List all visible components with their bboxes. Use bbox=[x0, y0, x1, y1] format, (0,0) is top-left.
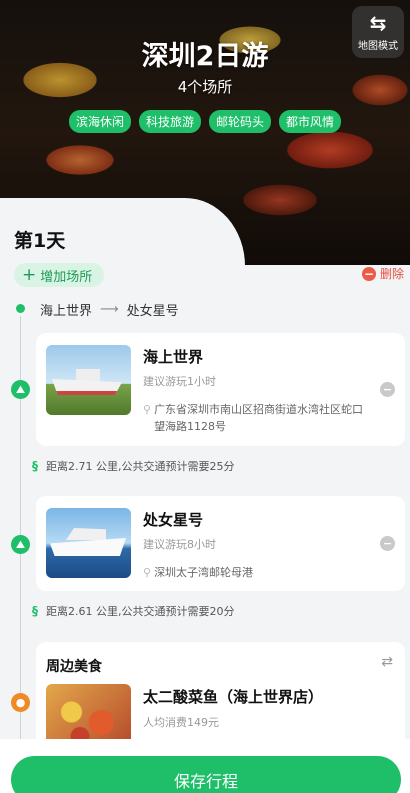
place-card[interactable]: 海上世界 建议游玩1小时 ⚲ 广东省深圳市南山区招商街道水湾社区蛇口望海路112… bbox=[36, 333, 405, 446]
tag: 都市风情 bbox=[279, 110, 342, 133]
distance-info: § 距离2.71 公里,公共交通预计需要25分 bbox=[32, 458, 234, 474]
swap-route-icon: ⇆ bbox=[369, 10, 387, 35]
delete-label: 删除 bbox=[379, 267, 404, 281]
place-photo bbox=[46, 345, 131, 415]
minus-circle-icon: − bbox=[361, 266, 376, 281]
day-label: 第1天 bbox=[14, 230, 66, 252]
plus-icon: + bbox=[22, 264, 37, 285]
route-from: 海上世界 bbox=[40, 304, 93, 319]
switch-icon[interactable]: ⇄ bbox=[381, 654, 393, 670]
tag: 科技旅游 bbox=[138, 110, 201, 133]
food-section-title: 周边美食 bbox=[46, 659, 102, 675]
save-trip-button[interactable]: 保存行程 bbox=[11, 756, 401, 793]
trip-title: 深圳2日游 bbox=[141, 41, 269, 72]
place-address-text: 深圳太子湾邮轮母港 bbox=[154, 566, 254, 579]
restaurant-name: 太二酸菜鱼（海上世界店） bbox=[143, 688, 324, 706]
add-place-label: 增加场所 bbox=[40, 269, 93, 285]
route-dot-icon bbox=[16, 304, 25, 313]
trip-place-count: 4个场所 bbox=[177, 78, 233, 96]
tag: 滨海休闲 bbox=[68, 110, 131, 133]
place-card[interactable]: 处女星号 建议游玩8小时 ⚲ 深圳太子湾邮轮母港 − bbox=[36, 496, 405, 591]
scenic-spot-icon: ⛰ bbox=[11, 535, 30, 554]
place-name: 处女星号 bbox=[143, 511, 204, 529]
restaurant-price: 人均消费149元 bbox=[143, 716, 219, 729]
route-distance-icon: § bbox=[32, 604, 38, 618]
add-place-button[interactable]: + 增加场所 bbox=[14, 263, 105, 287]
route-summary: 海上世界 ⟶ 处女星号 bbox=[40, 300, 179, 319]
distance-info: § 距离2.61 公里,公共交通预计需要20分 bbox=[32, 603, 234, 619]
route-to: 处女星号 bbox=[126, 304, 179, 319]
delete-day-button[interactable]: − 删除 bbox=[361, 265, 404, 282]
tag: 邮轮码头 bbox=[209, 110, 272, 133]
place-address-text: 广东省深圳市南山区招商街道水湾社区蛇口望海路1128号 bbox=[154, 403, 364, 433]
place-name: 海上世界 bbox=[143, 348, 204, 366]
scenic-spot-icon: ⛰ bbox=[11, 380, 30, 399]
location-pin-icon: ⚲ bbox=[143, 403, 152, 416]
place-address: ⚲ 深圳太子湾邮轮母港 bbox=[143, 564, 369, 581]
food-icon: ● bbox=[11, 693, 30, 712]
distance-text: 距离2.71 公里,公共交通预计需要25分 bbox=[46, 460, 235, 473]
route-distance-icon: § bbox=[32, 459, 38, 473]
remove-place-button[interactable]: − bbox=[380, 536, 395, 551]
location-pin-icon: ⚲ bbox=[143, 566, 152, 579]
place-address: ⚲ 广东省深圳市南山区招商街道水湾社区蛇口望海路1128号 bbox=[143, 401, 369, 435]
distance-text: 距离2.61 公里,公共交通预计需要20分 bbox=[46, 605, 235, 618]
place-photo bbox=[46, 508, 131, 578]
place-suggestion: 建议游玩1小时 bbox=[143, 375, 216, 388]
arrow-right-icon: ⟶ bbox=[100, 302, 119, 317]
trip-tags: 滨海休闲 科技旅游 邮轮码头 都市风情 bbox=[0, 110, 410, 133]
place-suggestion: 建议游玩8小时 bbox=[143, 538, 216, 551]
remove-place-button[interactable]: − bbox=[380, 382, 395, 397]
